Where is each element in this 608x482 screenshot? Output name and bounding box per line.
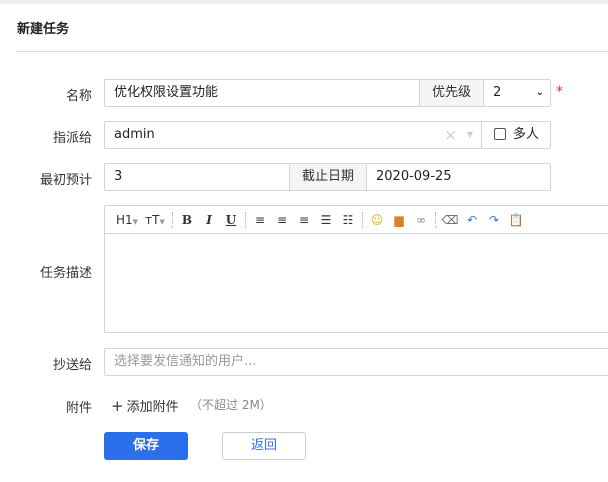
separator [435,211,436,228]
editor-toolbar: H1▼ тT▼ B I U ≡ ≡ ≡ ☰ ☷ ☺ ▆ ∞ ⌫ ↶ ↷ 📋 [105,206,608,234]
chevron-down-icon: ⌄ [535,87,544,98]
page-title: 新建任务 [17,22,70,37]
deadline-input[interactable]: 2020-09-25 [366,163,551,191]
plus-icon: + [111,397,124,415]
back-button[interactable]: 返回 [222,432,306,460]
separator [172,211,173,228]
clear-icon[interactable]: × [444,122,457,148]
separator [362,211,363,228]
multi-checkbox[interactable]: 多人 [481,121,551,149]
name-label: 名称 [65,89,92,104]
assign-value: admin [114,127,155,142]
estimate-label: 最初预计 [39,173,92,188]
heading-button[interactable]: H1▼ [113,213,141,227]
emoji-icon[interactable]: ☺ [366,213,388,227]
divider [16,51,608,52]
font-size-button[interactable]: тT▼ [141,213,169,227]
save-button[interactable]: 保存 [104,432,188,460]
assign-select[interactable]: admin × ▼ [104,121,482,149]
priority-value: 2 [493,85,502,100]
description-editor[interactable]: H1▼ тT▼ B I U ≡ ≡ ≡ ☰ ☷ ☺ ▆ ∞ ⌫ ↶ ↷ 📋 [104,205,608,333]
align-center-icon[interactable]: ≡ [271,213,293,227]
eraser-icon[interactable]: ⌫ [439,213,461,227]
align-left-icon[interactable]: ≡ [249,213,271,227]
cc-label: 抄送给 [52,358,92,373]
ordered-list-icon[interactable]: ☰ [315,213,337,227]
redo-icon[interactable]: ↷ [483,213,505,227]
paste-icon[interactable]: 📋 [505,213,527,227]
add-attachment-button[interactable]: + 添加附件 [111,396,179,415]
checkbox-icon [494,128,506,140]
assign-label: 指派给 [52,131,92,146]
underline-button[interactable]: U [220,213,242,227]
attach-hint: （不超过 2M） [190,398,272,412]
desc-label: 任务描述 [39,266,92,281]
undo-icon[interactable]: ↶ [461,213,483,227]
unordered-list-icon[interactable]: ☷ [337,213,359,227]
caret-down-icon: ▼ [466,130,473,139]
top-bar [0,0,608,4]
align-right-icon[interactable]: ≡ [293,213,315,227]
cc-input[interactable]: 选择要发信通知的用户... [104,348,608,376]
image-icon[interactable]: ▆ [388,213,410,227]
bold-button[interactable]: B [176,213,198,227]
required-icon: * [556,84,563,100]
italic-button[interactable]: I [198,213,220,227]
priority-label: 优先级 [419,79,484,107]
attach-label: 附件 [65,401,92,416]
name-input[interactable]: 优化权限设置功能 [104,79,420,107]
deadline-label: 截止日期 [289,163,367,191]
separator [245,211,246,228]
multi-label: 多人 [513,127,540,142]
priority-select[interactable]: 2 ⌄ [483,79,551,107]
estimate-input[interactable]: 3 [104,163,290,191]
link-icon[interactable]: ∞ [410,213,432,227]
